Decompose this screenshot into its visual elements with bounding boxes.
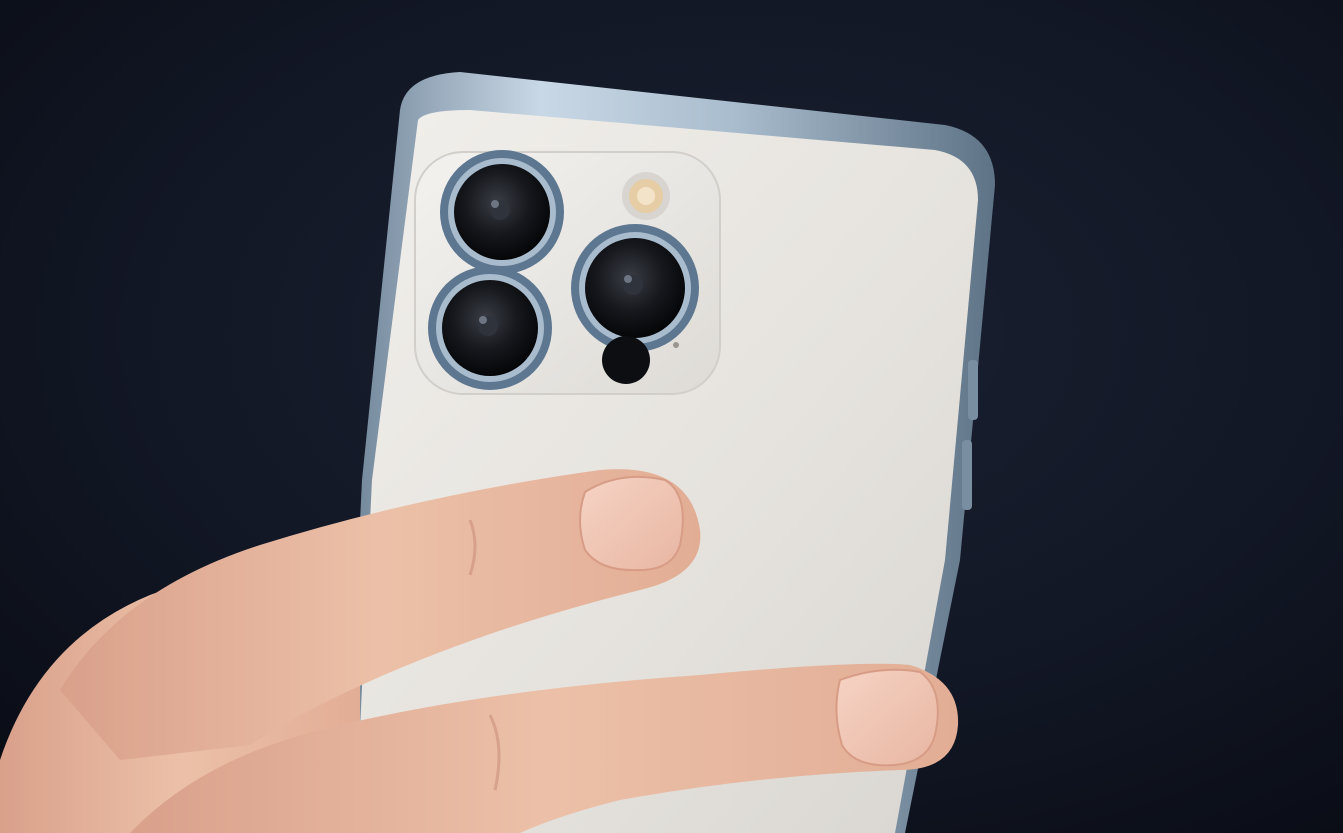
side-button: [962, 440, 972, 510]
photo-scene: [0, 0, 1343, 833]
camera-lens-ultrawide: [428, 266, 552, 390]
camera-flash: [622, 172, 670, 220]
camera-lens-wide: [440, 150, 564, 274]
microphone-hole: [673, 342, 679, 348]
fingernail: [835, 668, 939, 767]
phone-photo: [0, 0, 1343, 833]
side-button: [968, 360, 978, 420]
fingernail: [579, 475, 684, 572]
camera-lens-telephoto: [571, 224, 699, 352]
lidar-sensor: [602, 336, 650, 384]
